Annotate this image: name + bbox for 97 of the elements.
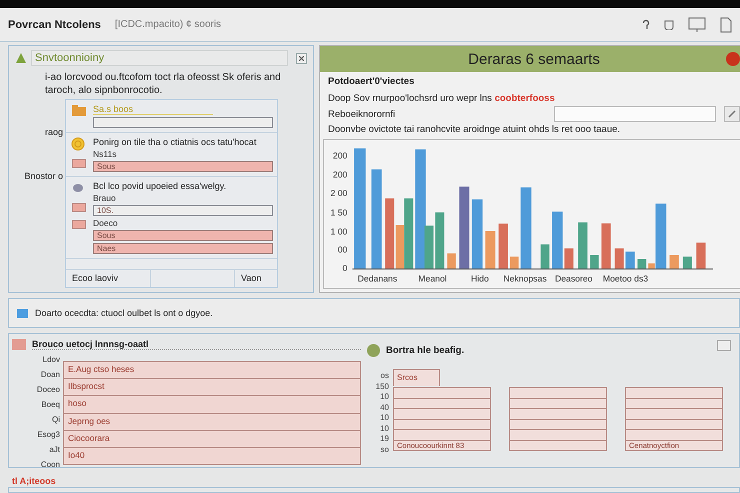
app-title: Povrcan Ntcolens (8, 18, 101, 30)
input-field[interactable] (554, 106, 716, 122)
chart-bar (447, 253, 456, 269)
table-cell: Ciocoorara (64, 430, 360, 448)
monitor-icon[interactable] (688, 16, 706, 32)
category-label: Dedanans (358, 274, 398, 284)
axis-label: 2 00 (330, 188, 348, 198)
chart-bar (601, 223, 611, 269)
chart-bar (590, 255, 599, 269)
axis-label: 19 (380, 434, 389, 444)
document-icon[interactable] (720, 16, 732, 32)
legend-swatch (17, 308, 28, 318)
input-field[interactable]: Naes (93, 243, 273, 254)
category-label: Deasoreo (554, 274, 593, 284)
footer-link[interactable]: tl A;iteoos (0, 468, 740, 486)
row-label: Doceo (36, 384, 60, 396)
chart-bar (472, 199, 483, 269)
panel-description: i-ao lorcvood ou.ftcofom toct rla ofeosst Sk oferis and taroch, alo sipnbonrocotio. (44, 71, 282, 97)
chart-bar (614, 248, 624, 269)
field-label: Doeco (93, 218, 119, 228)
footer-cell: Ecoo laoviv (66, 270, 150, 287)
category-label: Neknopsas (503, 274, 547, 284)
table-cell: Jeprng oes (64, 414, 360, 431)
chart-bar (696, 242, 706, 269)
chart-bar (626, 252, 635, 269)
chart-bar (682, 256, 692, 269)
cup-icon[interactable] (664, 19, 674, 30)
color-swatch (72, 159, 86, 168)
section-title: Bcl lco povid upoeied essa'welgy. (93, 181, 228, 191)
chart-bar (540, 244, 550, 269)
footer-cell-text: Vaon (240, 272, 262, 285)
chart-bar (510, 256, 519, 269)
coin-icon (71, 137, 87, 151)
section-title: Sa.s boos (93, 104, 213, 115)
help-icon[interactable] (642, 18, 650, 30)
chart-bar (638, 259, 646, 269)
section-title: Bortra hle beafig. (386, 345, 464, 356)
table-cell: E.Aug ctso heses (64, 362, 360, 380)
input-field[interactable] (93, 117, 273, 128)
close-icon (299, 56, 304, 60)
section-title: Ponirg on tile tha o ctiatnis ocs tatu'hocat (93, 137, 258, 147)
description-text: Doop Sov rnurpoo'lochsrd uro wepr lns coobterfooss (328, 93, 556, 104)
panel-title: Snvtoonnioiny (31, 50, 288, 66)
axis-label: 1 50 (330, 208, 348, 218)
axis-label: 00 (338, 244, 348, 254)
axis-label: 10 (380, 392, 389, 402)
chart-bar (578, 222, 588, 269)
axis-label: 1 00 (330, 226, 348, 236)
chart-bar (670, 255, 679, 269)
category-label: Meanol (418, 274, 447, 284)
status-dot (367, 344, 380, 357)
field-label: Brauo (93, 193, 117, 203)
row-label: Qi (52, 414, 60, 426)
axis-label: 40 (380, 402, 389, 413)
color-swatch (72, 220, 86, 229)
table-cell: Ilbsprocst (64, 379, 360, 396)
section-heading: Potdoaert'0'viectes (328, 76, 416, 87)
axis-label: so (380, 444, 389, 455)
chart-bar (498, 224, 508, 269)
close-button[interactable] (296, 52, 307, 64)
edit-button[interactable] (724, 106, 740, 122)
row-label: Esog3 (37, 429, 60, 441)
axis-label: 150 (376, 382, 389, 392)
color-swatch (72, 203, 86, 212)
axis-label: 10 (380, 424, 389, 434)
axis-label: 0 (342, 263, 348, 273)
table-tab[interactable]: Srcos (393, 369, 440, 386)
axis-label: 10 (380, 413, 389, 424)
chart-bar (435, 212, 444, 269)
side-label: Bnostor o (24, 171, 63, 181)
side-label: raog (44, 127, 63, 137)
field-label: Reboeiknorornfi (328, 108, 396, 120)
row-label: Coon (40, 459, 60, 471)
row-label: Ldov (42, 354, 60, 366)
category-label: Moetoo ds3 (602, 274, 648, 284)
axis-label: 200 (332, 169, 348, 180)
axis-label: 200 (332, 150, 348, 160)
description-text: Doonvbe ovictote tai ranohcvite aroidnge atuint ohds ls ret ooo taaue. (328, 124, 622, 135)
form-title: Brouco uetocj lnnnsg-oaatl (32, 339, 361, 350)
app-subtitle: [ICDC.mpacito) ¢ sooris (114, 19, 222, 30)
row-label: Doan (40, 369, 60, 381)
pencil-icon (728, 110, 736, 118)
category-label: Hido (471, 274, 489, 284)
table-cell: hoso (64, 396, 360, 414)
chart-bar (485, 231, 496, 269)
legend-swatch (12, 339, 26, 350)
panel-title: Deraras 6 semaarts (468, 50, 600, 68)
row-label: Boeq (41, 399, 60, 411)
info-text: Doarto ocecdta: ctuocl oulbet ls ont o dgyoe. (35, 308, 213, 318)
input-field[interactable]: 10S. (93, 205, 273, 216)
row-label: aJt (49, 444, 60, 456)
field-label: Ns11s (93, 149, 118, 159)
folder-icon (71, 104, 87, 118)
axis-label: os (380, 371, 389, 382)
table-cell-text: Io40 (67, 448, 86, 462)
input-field[interactable]: Sous (93, 161, 273, 172)
input-field[interactable]: Sous (93, 230, 273, 241)
